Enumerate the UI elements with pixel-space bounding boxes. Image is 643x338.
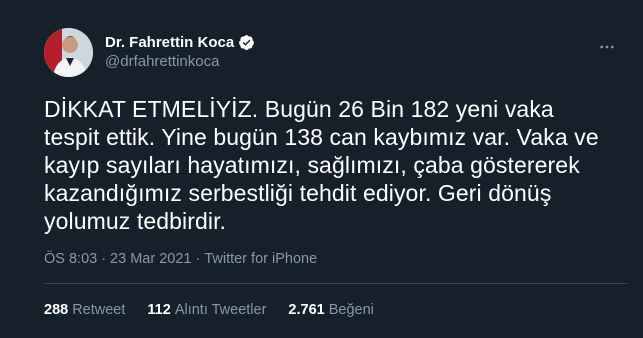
retweet-count: 288 (44, 302, 69, 318)
like-count: 2.761 (288, 302, 325, 318)
retweet-count-link[interactable]: 288 Retweet (44, 302, 125, 318)
avatar[interactable] (44, 27, 93, 77)
tweet-card: Dr. Fahrettin Koca @drfahrettinkoca DİKK… (0, 0, 643, 338)
tweet-meta: ÖS 8:03 · 23 Mar 2021 · Twitter for iPho… (44, 251, 619, 267)
tweet-time[interactable]: ÖS 8:03 (44, 251, 97, 267)
like-count-link[interactable]: 2.761 Beğeni (288, 302, 373, 318)
like-label: Beğeni (328, 302, 374, 318)
tweet-text: DİKKAT ETMELİYİZ. Bugün 26 Bin 182 yeni … (44, 96, 599, 234)
author-handle[interactable]: @drfahrettinkoca (105, 53, 255, 71)
author-info: Dr. Fahrettin Koca @drfahrettinkoca (105, 34, 255, 71)
author-name[interactable]: Dr. Fahrettin Koca (105, 34, 234, 52)
tweet-source[interactable]: Twitter for iPhone (204, 251, 317, 267)
quote-label: Alıntı Tweetler (174, 302, 267, 318)
divider (44, 283, 627, 284)
tweet-stats: 288 Retweet 112 Alıntı Tweetler 2.761 Be… (44, 302, 374, 318)
more-icon[interactable] (595, 35, 619, 59)
verified-badge-icon (238, 34, 255, 51)
meta-separator: · (195, 251, 201, 267)
tweet-header: Dr. Fahrettin Koca @drfahrettinkoca (44, 27, 619, 77)
meta-separator: · (101, 251, 107, 267)
quote-count-link[interactable]: 112 Alıntı Tweetler (147, 302, 266, 318)
retweet-label: Retweet (72, 302, 126, 318)
quote-count: 112 (147, 302, 171, 318)
tweet-date[interactable]: 23 Mar 2021 (110, 251, 191, 267)
